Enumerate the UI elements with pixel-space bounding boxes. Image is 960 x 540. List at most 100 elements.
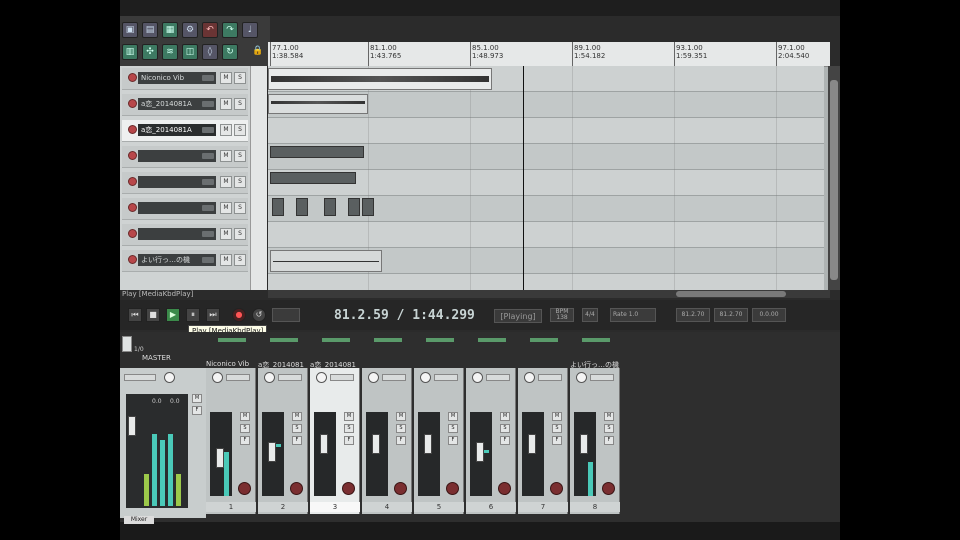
record-arm-icon[interactable] bbox=[128, 99, 137, 108]
master-strip[interactable]: MASTER 0.0 0.0 M F bbox=[120, 354, 206, 518]
rate-control[interactable]: Rate 1.0 bbox=[610, 308, 656, 322]
pan-display[interactable] bbox=[226, 374, 250, 381]
solo-button[interactable]: S bbox=[234, 176, 246, 188]
solo-button[interactable]: S bbox=[234, 254, 246, 266]
solo-button[interactable]: S bbox=[500, 424, 510, 433]
tcp-scroll-strip[interactable] bbox=[250, 66, 267, 290]
media-item[interactable] bbox=[270, 250, 382, 272]
mute-button[interactable]: M bbox=[220, 228, 232, 240]
pan-display[interactable] bbox=[382, 374, 406, 381]
track-lane[interactable] bbox=[268, 118, 824, 144]
fx-button[interactable]: F bbox=[604, 436, 614, 445]
master-route-button[interactable] bbox=[122, 336, 132, 352]
fx-button[interactable]: F bbox=[552, 436, 562, 445]
selection-end[interactable]: 81.2.70 bbox=[714, 308, 748, 322]
mute-button[interactable]: M bbox=[604, 412, 614, 421]
time-signature-button[interactable]: 4/4 bbox=[582, 308, 598, 322]
volume-knob[interactable] bbox=[576, 372, 587, 383]
channel-fader[interactable] bbox=[528, 434, 536, 454]
mute-button[interactable]: M bbox=[344, 412, 354, 421]
master-fx-button[interactable] bbox=[124, 374, 156, 381]
mute-button[interactable]: M bbox=[240, 412, 250, 421]
solo-button[interactable]: S bbox=[234, 150, 246, 162]
master-mono-button[interactable]: M bbox=[192, 394, 202, 403]
metronome-icon[interactable]: ♩ bbox=[242, 22, 258, 38]
go-to-start-icon[interactable]: ⏮ bbox=[128, 308, 142, 322]
channel-fader[interactable] bbox=[216, 448, 224, 468]
mixer-channel-6[interactable]: M S F 6 bbox=[466, 368, 516, 514]
grid-icon[interactable]: ▥ bbox=[122, 44, 138, 60]
ripple-edit-icon[interactable]: ≋ bbox=[162, 44, 178, 60]
channel-fader[interactable] bbox=[372, 434, 380, 454]
go-to-end-icon[interactable]: ⏭ bbox=[206, 308, 220, 322]
pan-display[interactable] bbox=[434, 374, 458, 381]
fx-button[interactable]: F bbox=[448, 436, 458, 445]
mixer-channel-8[interactable]: よい行っ…の機 M S F 8 bbox=[570, 361, 620, 514]
track-1[interactable]: Niconico Vib M S bbox=[122, 68, 248, 90]
midi-item[interactable] bbox=[362, 198, 374, 216]
media-item[interactable] bbox=[268, 94, 368, 114]
record-arm-icon[interactable] bbox=[128, 151, 137, 160]
volume-knob[interactable] bbox=[472, 372, 483, 383]
mute-button[interactable]: M bbox=[552, 412, 562, 421]
settings-icon[interactable]: ⚙ bbox=[182, 22, 198, 38]
pan-display[interactable] bbox=[590, 374, 614, 381]
mute-button[interactable]: M bbox=[220, 72, 232, 84]
pan-display[interactable] bbox=[538, 374, 562, 381]
solo-button[interactable]: S bbox=[292, 424, 302, 433]
snap-icon[interactable]: ✣ bbox=[142, 44, 158, 60]
solo-button[interactable]: S bbox=[234, 228, 246, 240]
record-icon[interactable]: ● bbox=[232, 308, 246, 322]
track-8[interactable]: よい行っ…の機 M S bbox=[122, 250, 248, 272]
record-arm-icon[interactable] bbox=[128, 125, 137, 134]
solo-button[interactable]: S bbox=[234, 72, 246, 84]
record-arm-icon[interactable] bbox=[290, 482, 303, 495]
track-io-button[interactable] bbox=[202, 153, 214, 159]
mute-button[interactable]: M bbox=[500, 412, 510, 421]
mixer-channel-3[interactable]: a恋_2014081 M S F 3 bbox=[310, 361, 360, 514]
midi-item[interactable] bbox=[324, 198, 336, 216]
mute-button[interactable]: M bbox=[396, 412, 406, 421]
mute-button[interactable]: M bbox=[220, 254, 232, 266]
selection-length[interactable]: 0.0.00 bbox=[752, 308, 786, 322]
midi-item[interactable] bbox=[296, 198, 308, 216]
track-io-button[interactable] bbox=[202, 127, 214, 133]
solo-button[interactable]: S bbox=[240, 424, 250, 433]
record-arm-icon[interactable] bbox=[342, 482, 355, 495]
fx-button[interactable]: F bbox=[500, 436, 510, 445]
redo-icon[interactable]: ↷ bbox=[222, 22, 238, 38]
mixer-channel-1[interactable]: Niconico Vib M S F 1 bbox=[206, 360, 256, 514]
mute-button[interactable]: M bbox=[220, 176, 232, 188]
pan-display[interactable] bbox=[486, 374, 510, 381]
track-2[interactable]: a恋_2014081A M S bbox=[122, 94, 248, 116]
volume-knob[interactable] bbox=[316, 372, 327, 383]
mute-button[interactable]: M bbox=[220, 202, 232, 214]
track-io-button[interactable] bbox=[202, 179, 214, 185]
vertical-scrollbar[interactable] bbox=[828, 66, 840, 290]
timeline-ruler[interactable]: 77.1.00 1:38.584 81.1.00 1:43.765 85.1.00 1… bbox=[268, 42, 830, 67]
fx-button[interactable]: F bbox=[396, 436, 406, 445]
track-7[interactable]: M S bbox=[122, 224, 248, 246]
solo-button[interactable]: S bbox=[396, 424, 406, 433]
record-arm-icon[interactable] bbox=[498, 482, 511, 495]
channel-fader[interactable] bbox=[268, 442, 276, 462]
mute-button[interactable]: M bbox=[292, 412, 302, 421]
track-6[interactable]: M S bbox=[122, 198, 248, 220]
track-io-button[interactable] bbox=[202, 205, 214, 211]
midi-item[interactable] bbox=[272, 198, 284, 216]
fx-button[interactable]: F bbox=[240, 436, 250, 445]
play-icon[interactable]: ▶ bbox=[166, 308, 180, 322]
track-io-button[interactable] bbox=[202, 101, 214, 107]
record-arm-icon[interactable] bbox=[238, 482, 251, 495]
mute-button[interactable]: M bbox=[220, 150, 232, 162]
volume-knob[interactable] bbox=[420, 372, 431, 383]
midi-item[interactable] bbox=[348, 198, 360, 216]
solo-button[interactable]: S bbox=[234, 202, 246, 214]
record-arm-icon[interactable] bbox=[446, 482, 459, 495]
record-arm-icon[interactable] bbox=[602, 482, 615, 495]
record-arm-icon[interactable] bbox=[128, 255, 137, 264]
loop-icon[interactable]: ↻ bbox=[222, 44, 238, 60]
mixer-channel-5[interactable]: M S F 5 bbox=[414, 368, 464, 514]
mixer-channel-2[interactable]: a恋_2014081 M S F 2 bbox=[258, 361, 308, 514]
mixer-channel-7[interactable]: M S F 7 bbox=[518, 368, 568, 514]
